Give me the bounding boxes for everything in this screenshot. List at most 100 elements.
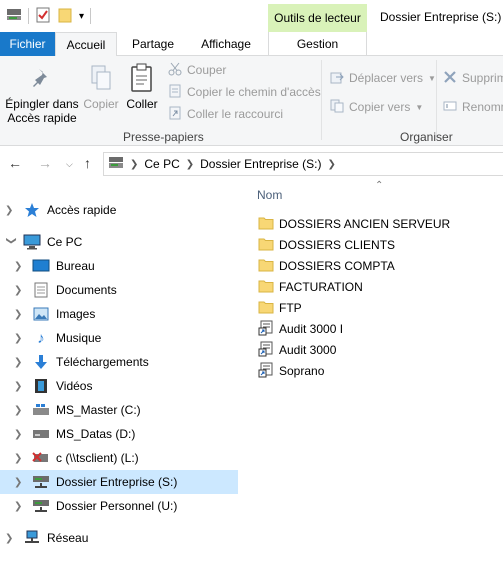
nav-item-images[interactable]: ❯ Images bbox=[0, 302, 238, 326]
nav-item-documents[interactable]: ❯ Documents bbox=[0, 278, 238, 302]
cut-button[interactable]: Couper bbox=[168, 60, 226, 80]
folder-item[interactable]: DOSSIERS ANCIEN SERVEUR bbox=[258, 214, 450, 234]
nav-label: Ce PC bbox=[47, 235, 83, 249]
new-folder-icon[interactable] bbox=[57, 7, 73, 26]
chevron-right-icon[interactable]: ❯ bbox=[5, 533, 17, 544]
paste-shortcut-button[interactable]: Coller le raccourci bbox=[168, 104, 283, 124]
chevron-right-icon[interactable]: ❯ bbox=[14, 357, 26, 368]
paste-button[interactable]: Coller bbox=[123, 62, 161, 111]
breadcrumb-separator-icon[interactable]: ❯ bbox=[186, 159, 194, 170]
nav-item-drive-c[interactable]: ❯ MS_Master (C:) bbox=[0, 398, 238, 422]
forward-arrow-icon[interactable]: → bbox=[38, 155, 52, 171]
rename-icon bbox=[443, 99, 457, 116]
copy-to-icon bbox=[330, 99, 344, 116]
navigation-bar: ← → ⌵ ↑ ❯ Ce PC ❯ Dossier Entreprise (S:… bbox=[0, 147, 503, 181]
nav-item-drive-s[interactable]: ❯ Dossier Entreprise (S:) bbox=[0, 470, 238, 494]
scissors-icon bbox=[168, 62, 182, 79]
breadcrumb-this-pc[interactable]: Ce PC bbox=[144, 157, 179, 171]
cut-label: Couper bbox=[187, 63, 227, 77]
rename-button[interactable]: Renomm bbox=[443, 97, 503, 117]
folder-item[interactable]: FACTURATION bbox=[258, 277, 363, 297]
file-name-label: Audit 3000 bbox=[279, 343, 337, 357]
chevron-right-icon[interactable]: ❯ bbox=[14, 429, 26, 440]
chevron-right-icon[interactable]: ❯ bbox=[14, 405, 26, 416]
chevron-right-icon[interactable]: ❯ bbox=[14, 381, 26, 392]
toolbar-separator bbox=[28, 8, 29, 24]
file-name-label: Soprano bbox=[279, 364, 325, 378]
chevron-right-icon[interactable]: ❯ bbox=[5, 205, 17, 216]
nav-item-quick-access[interactable]: ❯ Accès rapide bbox=[0, 198, 238, 222]
quick-access-toolbar: ▾ bbox=[6, 7, 92, 26]
recent-locations-chevron-icon[interactable]: ⌵ bbox=[66, 159, 73, 170]
column-header-name[interactable]: Nom bbox=[257, 188, 282, 202]
shortcut-icon bbox=[258, 320, 274, 339]
drive-icon[interactable] bbox=[6, 8, 22, 25]
shortcut-item[interactable]: Soprano bbox=[258, 361, 324, 381]
chevron-right-icon[interactable]: ❯ bbox=[14, 501, 26, 512]
title-bar: ▾ Outils de lecteur Dossier Entreprise (… bbox=[0, 0, 503, 32]
ribbon-tabs: Fichier Accueil Partage Affichage Gestio… bbox=[0, 32, 503, 57]
chevron-right-icon[interactable]: ❯ bbox=[14, 261, 26, 272]
shortcut-icon bbox=[258, 341, 274, 360]
tab-affichage[interactable]: Affichage bbox=[190, 32, 262, 56]
up-arrow-icon[interactable]: ↑ bbox=[84, 155, 91, 171]
copy-label: Copier bbox=[83, 97, 119, 111]
tab-accueil[interactable]: Accueil bbox=[55, 32, 117, 57]
chevron-right-icon[interactable]: ❯ bbox=[14, 285, 26, 296]
breadcrumb-drive-s[interactable]: Dossier Entreprise (S:) bbox=[200, 157, 321, 171]
breadcrumb-separator-icon[interactable]: ❯ bbox=[328, 159, 336, 170]
breadcrumb-separator-icon[interactable]: ❯ bbox=[130, 159, 138, 170]
toolbar-separator bbox=[90, 8, 92, 24]
folder-icon bbox=[258, 300, 274, 317]
properties-icon[interactable] bbox=[35, 7, 51, 26]
folder-item[interactable]: FTP bbox=[258, 298, 302, 318]
download-arrow-icon bbox=[32, 354, 50, 370]
folder-item[interactable]: DOSSIERS CLIENTS bbox=[258, 235, 395, 255]
nav-item-drive-d[interactable]: ❯ MS_Datas (D:) bbox=[0, 422, 238, 446]
chevron-down-icon: ▼ bbox=[428, 73, 436, 83]
pin-quick-access-button[interactable]: Épingler dans Accès rapide bbox=[4, 62, 80, 125]
copy-to-button[interactable]: Copier vers ▼ bbox=[330, 97, 423, 117]
nav-item-videos[interactable]: ❯ Vidéos bbox=[0, 374, 238, 398]
tab-partage[interactable]: Partage bbox=[122, 32, 184, 56]
tab-fichier[interactable]: Fichier bbox=[0, 32, 55, 56]
nav-label: Dossier Personnel (U:) bbox=[56, 499, 178, 513]
delete-icon bbox=[443, 70, 457, 87]
chevron-right-icon[interactable]: ❯ bbox=[14, 477, 26, 488]
nav-item-desktop[interactable]: ❯ Bureau bbox=[0, 254, 238, 278]
nav-item-this-pc[interactable]: ❯ Ce PC bbox=[0, 230, 238, 254]
nav-label: Images bbox=[56, 307, 96, 321]
delete-button[interactable]: Supprim bbox=[443, 68, 503, 88]
nav-item-music[interactable]: ❯ ♪ Musique bbox=[0, 326, 238, 350]
nav-label: Accès rapide bbox=[47, 203, 117, 217]
nav-label: MS_Master (C:) bbox=[56, 403, 141, 417]
tab-gestion[interactable]: Gestion bbox=[268, 32, 367, 56]
folder-item[interactable]: DOSSIERS COMPTA bbox=[258, 256, 395, 276]
move-to-button[interactable]: Déplacer vers ▼ bbox=[330, 68, 436, 88]
copy-button[interactable]: Copier bbox=[82, 62, 120, 111]
back-arrow-icon[interactable]: ← bbox=[8, 155, 22, 171]
file-name-label: FACTURATION bbox=[279, 280, 363, 294]
customize-dropdown-icon[interactable]: ▾ bbox=[79, 11, 84, 22]
copy-path-button[interactable]: Copier le chemin d'accès bbox=[168, 82, 321, 102]
pin-label: Épingler dans Accès rapide bbox=[5, 97, 79, 125]
nav-item-downloads[interactable]: ❯ Téléchargements bbox=[0, 350, 238, 374]
desktop-icon bbox=[32, 258, 50, 274]
shortcut-item[interactable]: Audit 3000 bbox=[258, 340, 336, 360]
address-bar[interactable]: ❯ Ce PC ❯ Dossier Entreprise (S:) ❯ bbox=[103, 152, 503, 176]
chevron-right-icon[interactable]: ❯ bbox=[14, 333, 26, 344]
nav-item-network[interactable]: ❯ Réseau bbox=[0, 526, 238, 550]
chevron-right-icon[interactable]: ❯ bbox=[14, 309, 26, 320]
shortcut-item[interactable]: Audit 3000 I bbox=[258, 319, 343, 339]
chevron-right-icon[interactable]: ❯ bbox=[14, 453, 26, 464]
navigation-pane: ❯ Accès rapide ❯ Ce PC ❯ Bureau ❯ Docume… bbox=[0, 185, 240, 585]
nav-label: Dossier Entreprise (S:) bbox=[56, 475, 178, 489]
file-name-label: DOSSIERS ANCIEN SERVEUR bbox=[279, 217, 451, 231]
chevron-down-icon[interactable]: ❯ bbox=[6, 236, 17, 248]
group-label-organize: Organiser bbox=[400, 130, 453, 144]
nav-item-drive-l[interactable]: ❯ c (\\tsclient) (L:) bbox=[0, 446, 238, 470]
network-icon bbox=[23, 530, 41, 546]
folder-icon bbox=[258, 258, 274, 275]
copy-to-label: Copier vers bbox=[349, 100, 411, 114]
nav-item-drive-u[interactable]: ❯ Dossier Personnel (U:) bbox=[0, 494, 238, 518]
